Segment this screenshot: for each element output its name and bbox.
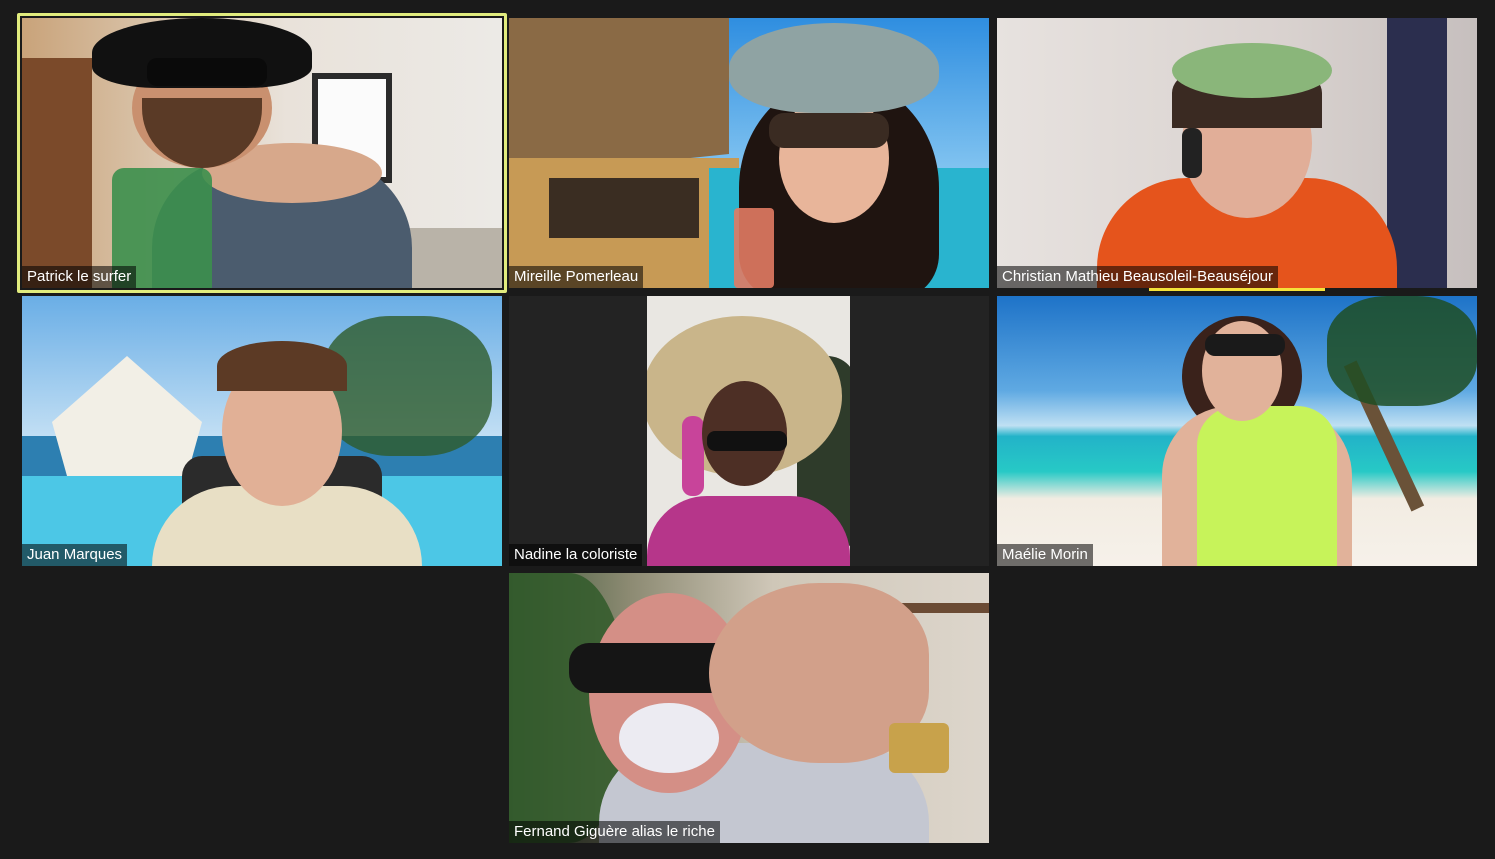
participant-video — [22, 18, 502, 288]
participant-tile-mireille[interactable]: Mireille Pomerleau — [509, 18, 989, 288]
participant-video — [509, 18, 989, 288]
participant-tile-patrick[interactable]: Patrick le surfer — [22, 18, 502, 288]
participant-name-label: Christian Mathieu Beausoleil-Beauséjour — [997, 266, 1278, 288]
participant-name-label: Patrick le surfer — [22, 266, 137, 288]
participant-name-label: Maélie Morin — [997, 544, 1093, 566]
participant-tile-christian[interactable]: Christian Mathieu Beausoleil-Beauséjour — [997, 18, 1477, 288]
participant-tile-juan[interactable]: Juan Marques — [22, 296, 502, 566]
participant-video — [22, 296, 502, 566]
participant-name-label: Fernand Giguère alias le riche — [509, 821, 720, 843]
participant-video — [509, 573, 989, 843]
participant-name-label: Nadine la coloriste — [509, 544, 643, 566]
participant-video — [997, 296, 1477, 566]
participant-tile-fernand[interactable]: Fernand Giguère alias le riche — [509, 573, 989, 843]
speaking-indicator-bar — [1149, 288, 1325, 291]
headset-icon — [1182, 128, 1202, 178]
participant-name-label: Mireille Pomerleau — [509, 266, 644, 288]
participant-video — [509, 296, 989, 566]
participant-tile-maelie[interactable]: Maélie Morin — [997, 296, 1477, 566]
participant-video — [997, 18, 1477, 288]
participant-tile-nadine[interactable]: Nadine la coloriste — [509, 296, 989, 566]
participant-name-label: Juan Marques — [22, 544, 128, 566]
video-gallery: Patrick le surfer Mireille Pomerleau Chr… — [0, 0, 1495, 859]
